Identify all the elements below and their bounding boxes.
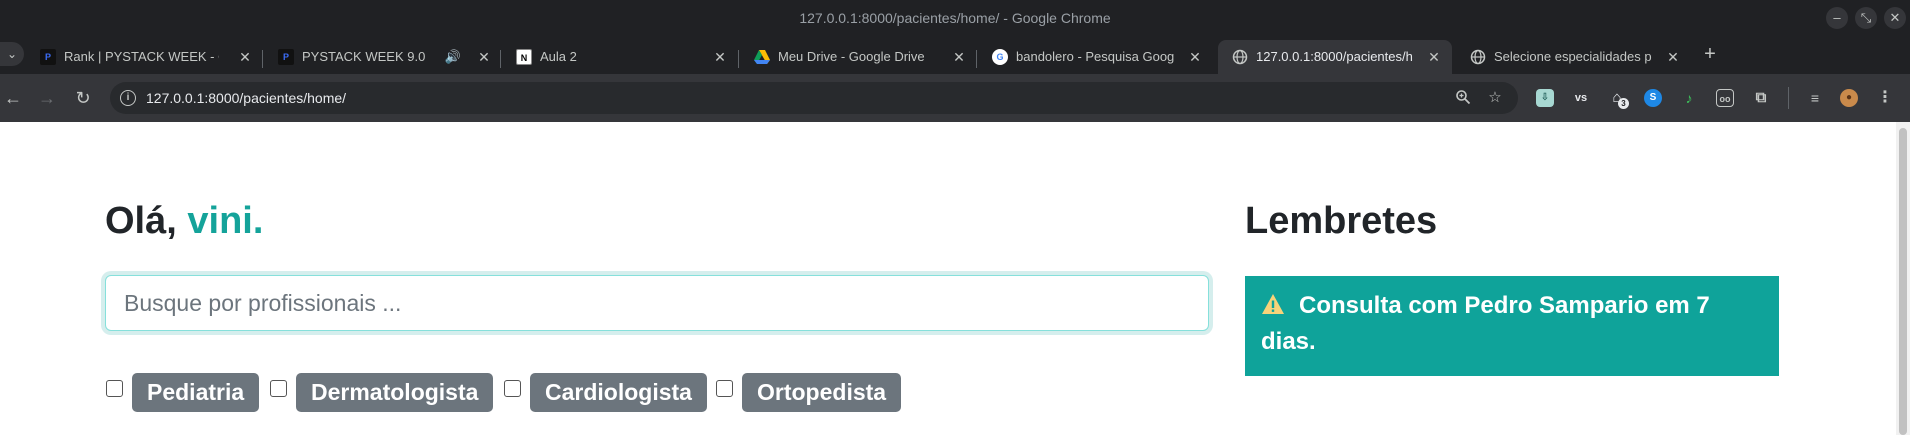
extension-badge: 3 xyxy=(1618,98,1629,109)
tab-strip: ⌄ P Rank | PYSTACK WEEK - O ✕ P PYSTACK … xyxy=(0,36,1910,74)
back-arrow-icon[interactable]: ← xyxy=(2,87,24,109)
greeting-heading: Olá, vini. xyxy=(105,200,263,243)
tab-pacientes-home[interactable]: 127.0.0.1:8000/pacientes/h ✕ xyxy=(1218,40,1452,74)
tab-pystack-week[interactable]: P PYSTACK WEEK 9.0 🔊 ✕ xyxy=(264,40,498,74)
tab-aula-2[interactable]: N Aula 2 ✕ xyxy=(502,40,736,74)
user-name: vini. xyxy=(187,200,264,242)
professional-search-input[interactable] xyxy=(105,275,1209,331)
tab-label: bandolero - Pesquisa Goog xyxy=(1016,49,1175,64)
extension-shazam-icon[interactable]: S xyxy=(1644,89,1662,107)
tab-close-icon[interactable]: ✕ xyxy=(1664,48,1682,66)
page-scrollbar[interactable] xyxy=(1896,122,1910,435)
google-drive-icon xyxy=(754,49,770,65)
tab-close-icon[interactable]: ✕ xyxy=(950,48,968,66)
extension-download-icon[interactable]: ⇩ xyxy=(1536,89,1554,107)
tab-label: 127.0.0.1:8000/pacientes/h xyxy=(1256,49,1413,64)
extension-vs-icon[interactable]: vs xyxy=(1572,89,1590,107)
window-titlebar: 127.0.0.1:8000/pacientes/home/ - Google … xyxy=(0,0,1910,36)
tab-label: PYSTACK WEEK 9.0 xyxy=(302,49,426,64)
specialty-badge: Ortopedista xyxy=(742,373,902,412)
tab-selecione-especialidades[interactable]: Selecione especialidades p ✕ xyxy=(1456,40,1690,74)
address-bar[interactable]: i 127.0.0.1:8000/pacientes/home/ ☆ xyxy=(110,82,1518,114)
zoom-icon[interactable] xyxy=(1454,89,1472,107)
reminder-text: Consulta com Pedro Sampario em 7 dias. xyxy=(1261,292,1710,355)
tab-search-chevron-icon[interactable]: ⌄ xyxy=(0,42,24,66)
media-playlist-icon[interactable]: ≡ xyxy=(1806,89,1824,107)
specialty-checkbox[interactable] xyxy=(716,380,733,397)
extensions-puzzle-icon[interactable]: ⧉ xyxy=(1752,89,1770,107)
tab-google-drive[interactable]: Meu Drive - Google Drive ✕ xyxy=(740,40,974,74)
new-tab-icon[interactable]: + xyxy=(1700,44,1720,65)
pystack-icon: P xyxy=(40,49,56,65)
globe-icon xyxy=(1232,49,1248,65)
extension-home-icon[interactable]: ⌂ 3 xyxy=(1608,89,1629,109)
site-info-icon[interactable]: i xyxy=(120,90,136,106)
specialty-checkbox[interactable] xyxy=(504,380,521,397)
minimize-icon[interactable]: – xyxy=(1826,7,1848,29)
specialty-badge: Pediatria xyxy=(132,373,260,412)
scrollbar-thumb[interactable] xyxy=(1899,128,1907,435)
specialty-checkbox[interactable] xyxy=(106,380,123,397)
tab-label: Rank | PYSTACK WEEK - O xyxy=(64,49,219,64)
google-icon: G xyxy=(992,49,1008,65)
forward-arrow-icon[interactable]: → xyxy=(36,87,58,109)
bookmark-star-icon[interactable]: ☆ xyxy=(1486,89,1504,107)
tab-close-icon[interactable]: ✕ xyxy=(1186,48,1204,66)
tab-close-icon[interactable]: ✕ xyxy=(236,48,254,66)
chrome-menu-icon[interactable]: ⋮ xyxy=(1876,89,1894,107)
globe-icon xyxy=(1470,49,1486,65)
page-content: Olá, vini. Pediatria Dermatologista Card… xyxy=(0,122,1910,435)
tab-rank-pystack[interactable]: P Rank | PYSTACK WEEK - O ✕ xyxy=(26,40,258,74)
tab-label: Meu Drive - Google Drive xyxy=(778,49,925,64)
reminders-heading: Lembretes xyxy=(1245,200,1438,242)
extension-glasses-icon[interactable]: oo xyxy=(1716,89,1734,107)
profile-avatar[interactable]: ● xyxy=(1840,89,1858,107)
specialty-badge: Dermatologista xyxy=(296,373,494,412)
specialty-badge: Cardiologista xyxy=(530,373,707,412)
tab-label: Selecione especialidades p xyxy=(1494,49,1652,64)
tab-close-icon[interactable]: ✕ xyxy=(711,48,729,66)
extension-music-icon[interactable]: ♪ xyxy=(1680,89,1698,107)
restore-icon[interactable]: ⤡ xyxy=(1855,7,1877,29)
tab-close-icon[interactable]: ✕ xyxy=(1425,48,1443,66)
reload-icon[interactable]: ↻ xyxy=(72,87,94,109)
tab-label: Aula 2 xyxy=(540,49,577,64)
warning-icon xyxy=(1262,294,1284,314)
tab-close-icon[interactable]: ✕ xyxy=(475,48,493,66)
greeting-prefix: Olá, xyxy=(105,200,188,242)
address-url[interactable]: 127.0.0.1:8000/pacientes/home/ xyxy=(146,90,346,106)
tab-google-search[interactable]: G bandolero - Pesquisa Goog ✕ xyxy=(978,40,1212,74)
close-window-icon[interactable]: ✕ xyxy=(1884,7,1906,29)
window-title: 127.0.0.1:8000/pacientes/home/ - Google … xyxy=(799,10,1111,26)
specialty-checkbox[interactable] xyxy=(270,380,287,397)
notion-icon: N xyxy=(516,49,532,65)
pystack-icon: P xyxy=(278,49,294,65)
reminder-alert: Consulta com Pedro Sampario em 7 dias. xyxy=(1245,276,1779,376)
audio-playing-icon[interactable]: 🔊 xyxy=(444,48,462,66)
browser-toolbar: ← → ↻ i 127.0.0.1:8000/pacientes/home/ ☆… xyxy=(0,74,1910,122)
